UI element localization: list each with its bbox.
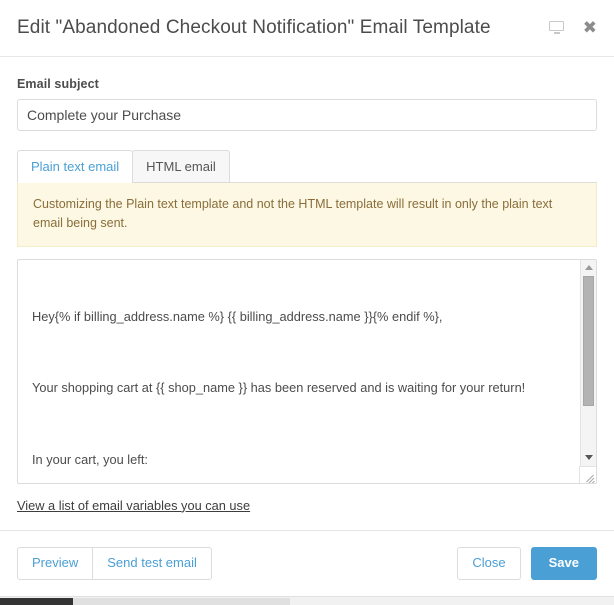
modal-header: Edit "Abandoned Checkout Notification" E… [0,0,614,57]
modal-footer: Preview Send test email Close Save [0,530,614,596]
editor-vertical-scrollbar[interactable] [580,259,596,483]
left-button-group: Preview Send test email [17,547,212,580]
page-scrollbar-thumb[interactable] [0,598,73,605]
scrollbar-thumb[interactable] [583,275,594,406]
editor-line: Your shopping cart at {{ shop_name }} ha… [32,380,526,396]
send-test-email-button[interactable]: Send test email [92,547,212,580]
email-subject-label: Email subject [17,77,99,91]
editor-content[interactable]: Hey{% if billing_address.name %} {{ bill… [18,260,596,483]
page-title: Edit "Abandoned Checkout Notification" E… [17,17,491,38]
plain-text-editor[interactable]: Hey{% if billing_address.name %} {{ bill… [17,258,597,484]
preview-button[interactable]: Preview [17,547,94,580]
editor-tabs: Plain text email HTML email [17,149,597,184]
page-horizontal-scrollbar[interactable] [0,596,614,605]
editor-line: Hey{% if billing_address.name %} {{ bill… [32,308,443,324]
header-icon-group: ✖ [548,19,601,37]
chevron-up-icon[interactable] [581,260,596,275]
close-icon[interactable]: ✖ [583,19,597,37]
modal-body: Email subject Plain text email HTML emai… [0,57,614,515]
close-button[interactable]: Close [457,547,521,580]
chevron-down-icon[interactable] [581,450,596,465]
resize-handle[interactable] [579,465,596,483]
tab-plain-text-email[interactable]: Plain text email [17,150,134,184]
email-variables-link[interactable]: View a list of email variables you can u… [17,498,250,513]
email-subject-input[interactable] [17,99,597,131]
warning-banner: Customizing the Plain text template and … [17,183,597,247]
tab-html-email[interactable]: HTML email [132,150,230,184]
monitor-icon[interactable] [548,20,566,36]
page-scrollbar-track[interactable] [73,598,290,605]
editor-line: In your cart, you left: [32,452,148,468]
save-button[interactable]: Save [530,547,597,580]
